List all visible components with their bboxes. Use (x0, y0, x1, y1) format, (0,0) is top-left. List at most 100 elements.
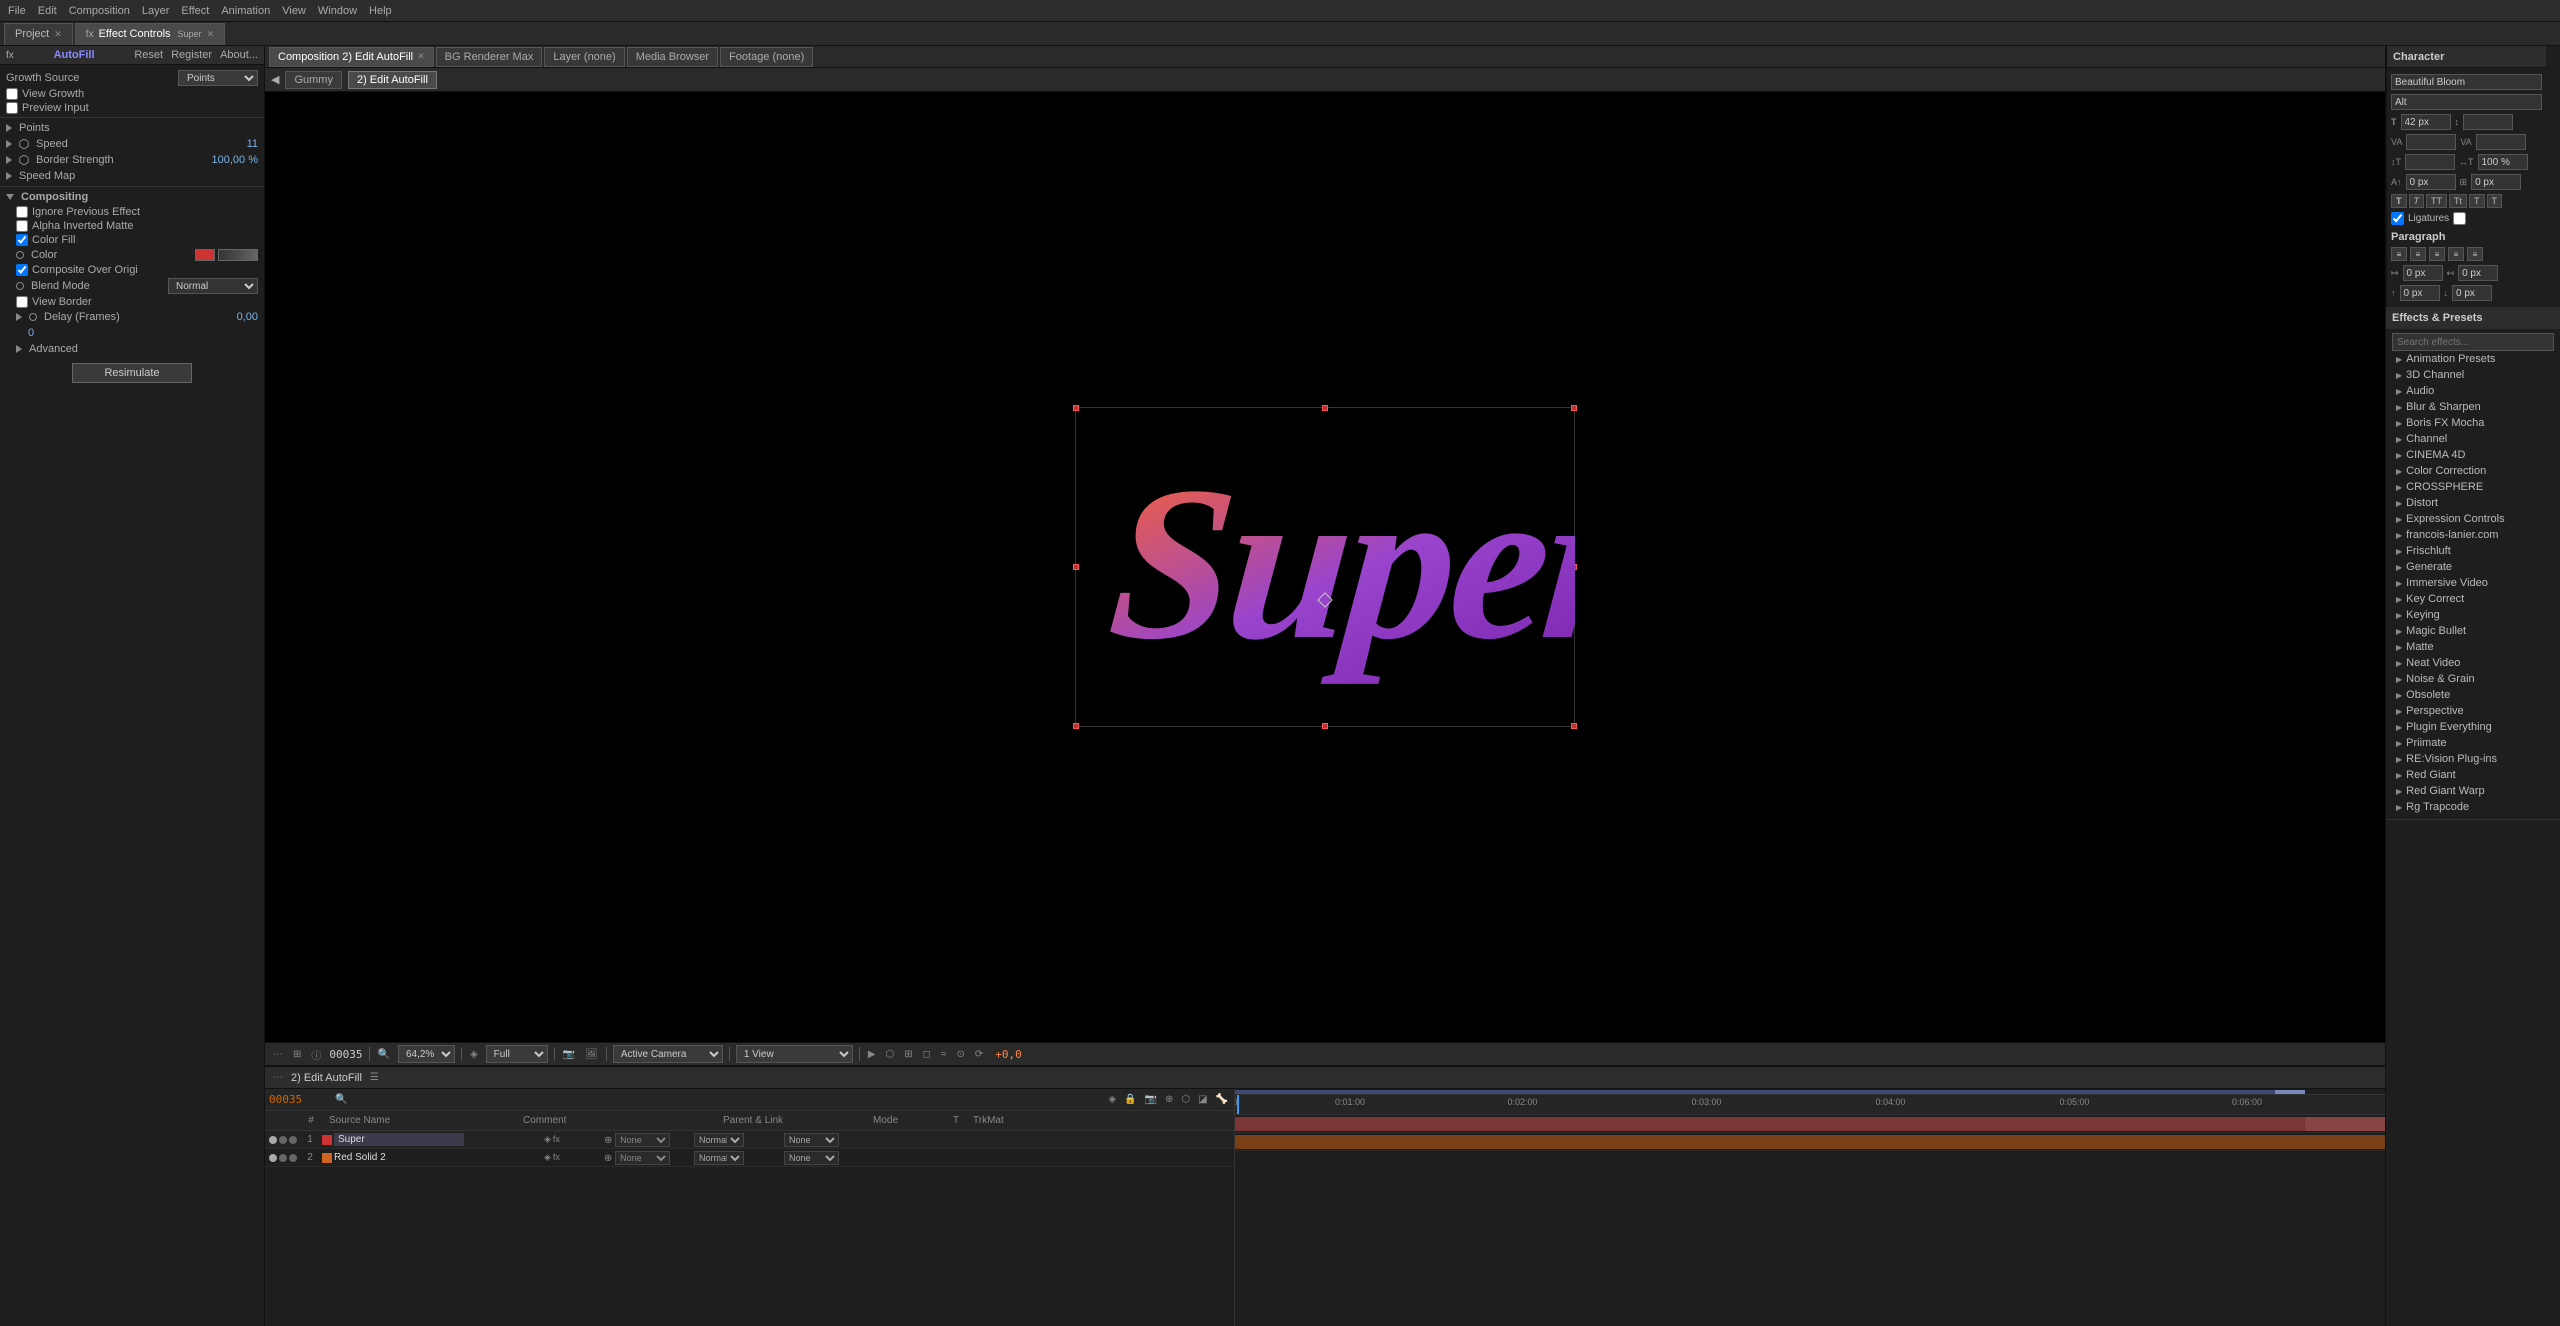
layer2-audio-icon[interactable] (279, 1154, 287, 1162)
composite-over-checkbox[interactable] (16, 264, 28, 276)
live-update-icon[interactable]: ⟳ (973, 1048, 985, 1061)
menu-composition[interactable]: Composition (69, 5, 130, 17)
camera-dropdown[interactable]: Active Camera (613, 1045, 723, 1063)
null-icon[interactable]: ⊕ (1163, 1093, 1175, 1106)
effects-presets-header[interactable]: Effects & Presets (2386, 307, 2560, 329)
reset-button[interactable]: Reset (134, 49, 163, 61)
effects-item-channel[interactable]: ▶ Channel (2392, 431, 2554, 447)
menu-view[interactable]: View (282, 5, 306, 17)
color-swatch-red[interactable] (195, 249, 215, 261)
left-indent-input[interactable] (2403, 265, 2443, 281)
snapshot-icon[interactable]: 📷 (561, 1048, 577, 1061)
zoom-icon[interactable]: 🔍 (376, 1048, 392, 1061)
resimulate-button[interactable]: Resimulate (72, 363, 192, 383)
color-fill-checkbox[interactable] (16, 234, 28, 246)
3d-mode-icon[interactable]: ⬡ (884, 1048, 897, 1061)
render-icon[interactable]: ▶ (866, 1048, 878, 1061)
alpha-inverted-checkbox[interactable] (16, 220, 28, 232)
effects-item-distort[interactable]: ▶ Distort (2392, 495, 2554, 511)
register-button[interactable]: Register (171, 49, 212, 61)
timeline-layer-1[interactable]: 1 Super ◈ fx ⊕ None (265, 1131, 1234, 1149)
effects-item-blur-sharpen[interactable]: ▶ Blur & Sharpen (2392, 399, 2554, 415)
layer1-trkmat-dropdown[interactable]: None (784, 1133, 839, 1147)
bg-renderer-tab[interactable]: BG Renderer Max (436, 47, 543, 67)
lock-all-icon[interactable]: 🔒 (1122, 1093, 1138, 1106)
footage-viewer-tab[interactable]: Footage (none) (720, 47, 813, 67)
menu-animation[interactable]: Animation (221, 5, 270, 17)
effects-item-frischluft[interactable]: ▶ Frischluft (2392, 543, 2554, 559)
composition-viewer-tab[interactable]: Composition 2) Edit AutoFill ✕ (269, 47, 434, 67)
effects-item-boris-fx[interactable]: ▶ Boris FX Mocha (2392, 415, 2554, 431)
grid-icon[interactable]: ⊞ (902, 1048, 914, 1061)
right-indent-input[interactable] (2458, 265, 2498, 281)
camera-icon[interactable]: 📷 (1143, 1093, 1159, 1106)
layer2-eye-icon[interactable] (269, 1154, 277, 1162)
effects-item-crossphere[interactable]: ▶ CROSSPHERE (2392, 479, 2554, 495)
effects-item-revision[interactable]: ▶ RE:Vision Plug-ins (2392, 751, 2554, 767)
layer2-lock-icon[interactable] (289, 1154, 297, 1162)
search-timeline-icon[interactable]: 🔍 (333, 1093, 349, 1106)
subscript-button[interactable]: T (2487, 194, 2503, 208)
effect-controls-tab-close[interactable]: ✕ (207, 29, 215, 40)
effects-item-color-correction[interactable]: ▶ Color Correction (2392, 463, 2554, 479)
align-left-icon[interactable]: ≡ (2391, 247, 2407, 261)
shape-icon[interactable]: ⬡ (1179, 1093, 1192, 1106)
effects-item-neat-video[interactable]: ▶ Neat Video (2392, 655, 2554, 671)
effects-item-cinema4d[interactable]: ▶ CINEMA 4D (2392, 447, 2554, 463)
handle-tr[interactable] (1571, 405, 1577, 411)
effects-item-key-correct[interactable]: ▶ Key Correct (2392, 591, 2554, 607)
effects-item-priimate[interactable]: ▶ Priimate (2392, 735, 2554, 751)
layer1-solo-icon[interactable]: ◈ (544, 1134, 551, 1145)
layer2-color-label[interactable] (322, 1153, 332, 1163)
nav-arrow-left[interactable]: ◀ (271, 73, 279, 86)
handle-bm[interactable] (1322, 723, 1328, 729)
view-border-checkbox[interactable] (16, 296, 28, 308)
menu-window[interactable]: Window (318, 5, 357, 17)
metrics-input[interactable] (2406, 134, 2456, 150)
about-button[interactable]: About... (220, 49, 258, 61)
track-bar-2[interactable] (1235, 1135, 2385, 1149)
layer2-parent-dropdown[interactable]: None (615, 1151, 670, 1165)
speed-map-section[interactable]: Speed Map (0, 168, 264, 184)
effects-item-red-giant-warp[interactable]: ▶ Red Giant Warp (2392, 783, 2554, 799)
bone-icon[interactable]: 🦴 (1214, 1093, 1230, 1106)
layer2-trkmat-dropdown[interactable]: None (784, 1151, 839, 1165)
color-gradient-swatch[interactable] (218, 249, 258, 261)
effects-item-keying[interactable]: ▶ Keying (2392, 607, 2554, 623)
tsume-input[interactable] (2471, 174, 2521, 190)
effects-item-noise-grain[interactable]: ▶ Noise & Grain (2392, 671, 2554, 687)
show-snapshot-icon[interactable]: 🖼 (583, 1048, 600, 1061)
layer1-audio-icon[interactable] (279, 1136, 287, 1144)
track-bar-1[interactable] (1235, 1117, 2385, 1131)
layer1-parent-dropdown[interactable]: None (615, 1133, 670, 1147)
adj-icon[interactable]: ◪ (1196, 1093, 1209, 1106)
horiz-scale-input[interactable] (2478, 154, 2528, 170)
project-panel-tab[interactable]: Project ✕ (4, 23, 73, 45)
motion-blur-icon[interactable]: ≈ (939, 1048, 949, 1061)
layer1-eye-icon[interactable] (269, 1136, 277, 1144)
effects-item-francois[interactable]: ▶ francois-lanier.com (2392, 527, 2554, 543)
layer1-fx-icon[interactable]: fx (553, 1134, 560, 1145)
preview-input-checkbox[interactable] (6, 102, 18, 114)
layer1-lock-icon[interactable] (289, 1136, 297, 1144)
handle-br[interactable] (1571, 723, 1577, 729)
growth-source-dropdown[interactable]: Points (178, 70, 258, 86)
advanced-section[interactable]: Advanced (0, 341, 264, 357)
tracking-value-input[interactable] (2476, 134, 2526, 150)
layer-viewer-tab[interactable]: Layer (none) (544, 47, 624, 67)
align-center-icon[interactable]: ≡ (2410, 247, 2426, 261)
view-growth-checkbox[interactable] (6, 88, 18, 100)
project-tab-close[interactable]: ✕ (54, 29, 62, 40)
effects-item-magic-bullet[interactable]: ▶ Magic Bullet (2392, 623, 2554, 639)
leading-input[interactable] (2463, 114, 2513, 130)
mask-icon[interactable]: ◻ (921, 1048, 933, 1061)
menu-file[interactable]: File (8, 5, 26, 17)
layer2-mode-dropdown[interactable]: Normal (694, 1151, 744, 1165)
font-size-input[interactable] (2401, 114, 2451, 130)
justify-icon[interactable]: ≡ (2448, 247, 2464, 261)
menu-edit[interactable]: Edit (38, 5, 57, 17)
work-area-indicator[interactable] (1235, 1090, 2305, 1094)
menu-layer[interactable]: Layer (142, 5, 170, 17)
ligatures-checkbox[interactable] (2391, 212, 2404, 225)
effects-item-plugin-everything[interactable]: ▶ Plugin Everything (2392, 719, 2554, 735)
